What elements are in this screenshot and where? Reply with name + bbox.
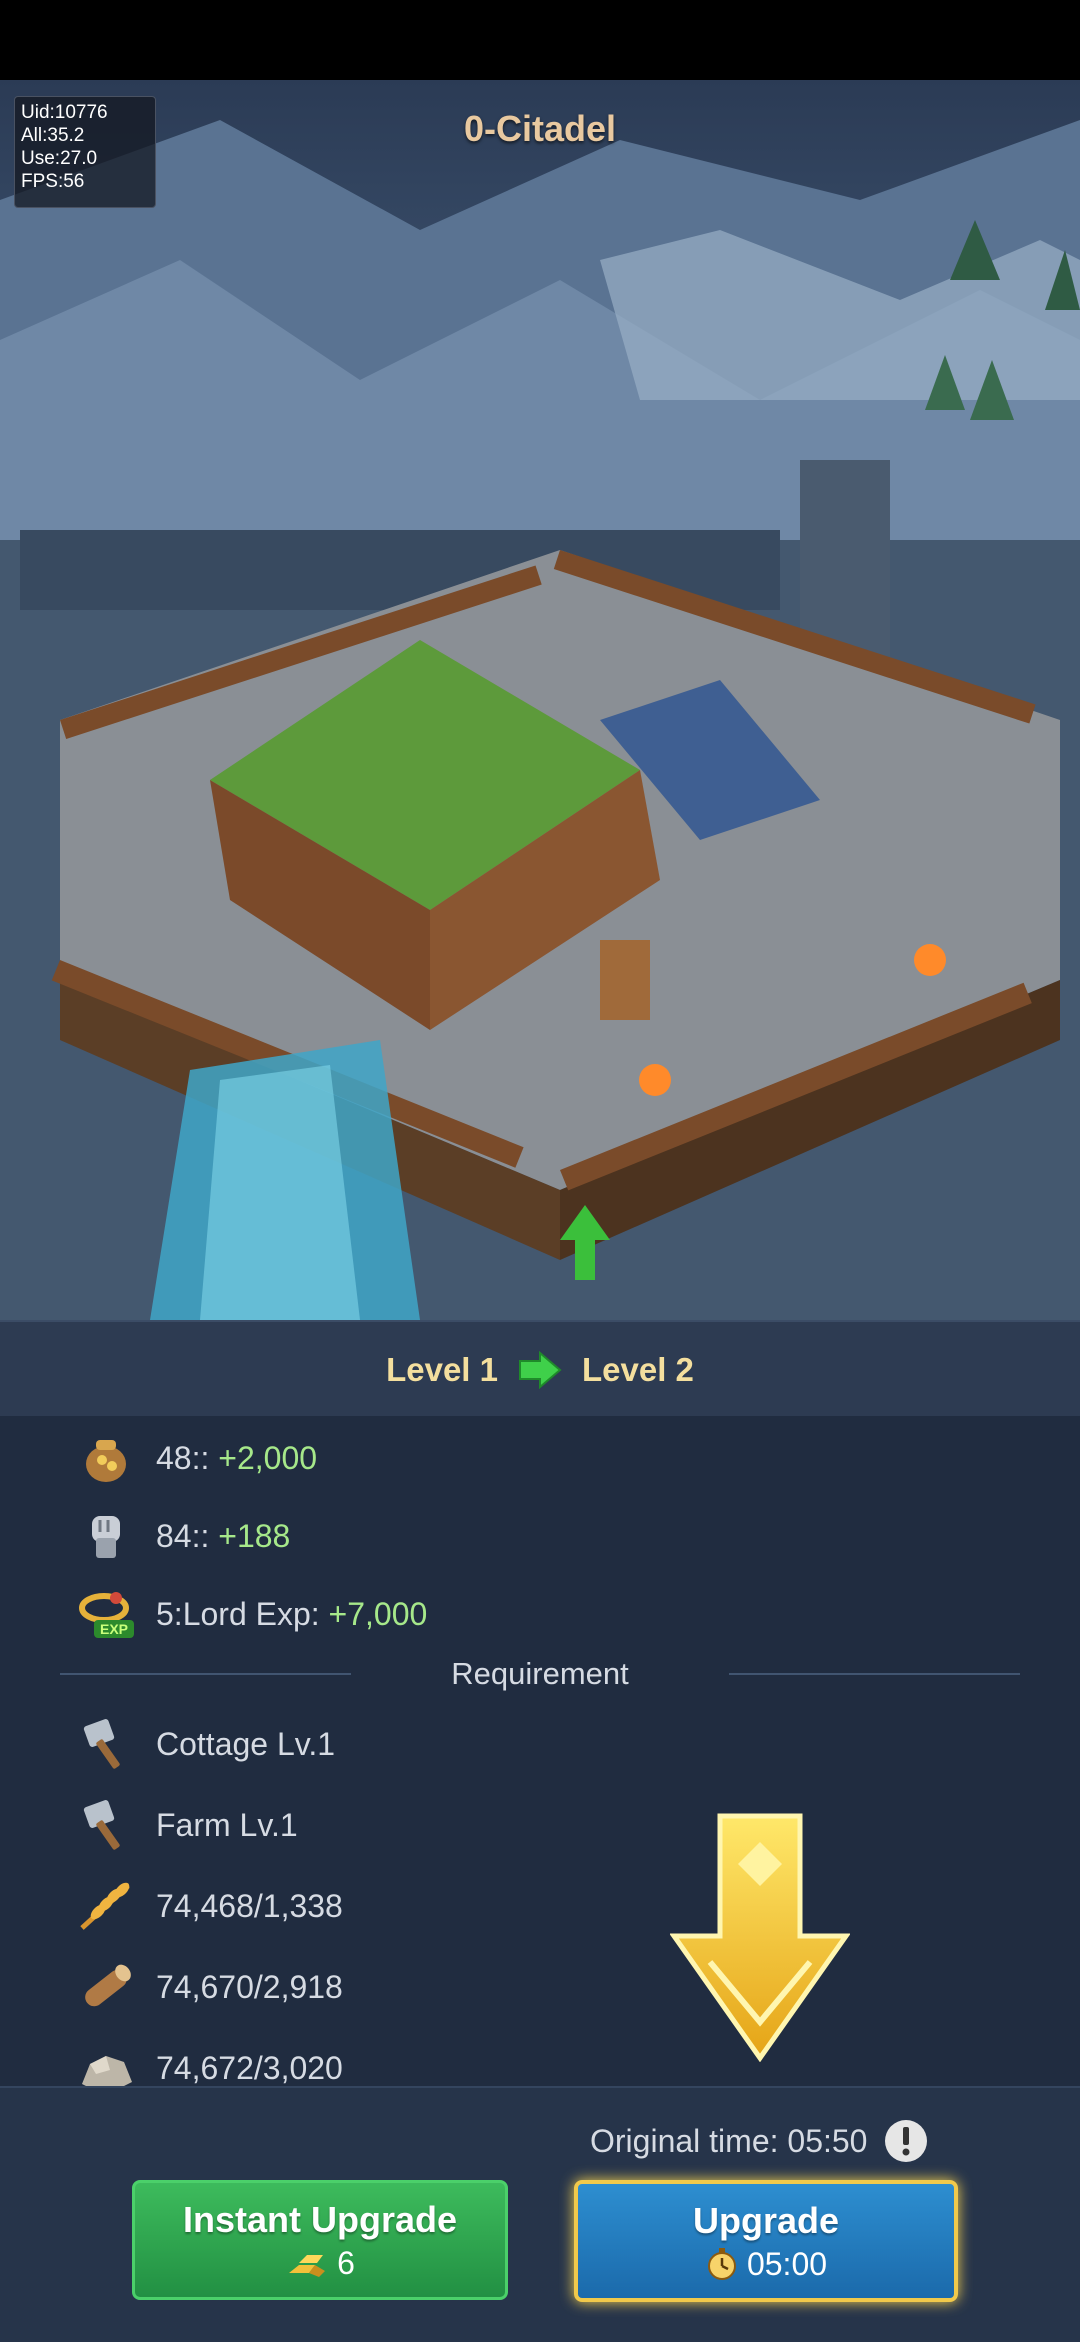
requirement-text: 74,468/1,338 (156, 1887, 343, 1924)
requirement-row-cottage: Cottage Lv.1 (76, 1714, 335, 1774)
level-from: Level 1 (386, 1351, 498, 1388)
level-to: Level 2 (582, 1351, 694, 1388)
reward-label: 5:Lord Exp: (156, 1595, 329, 1632)
citadel-illustration (0, 120, 1080, 1320)
requirement-text: 74,670/2,918 (156, 1968, 343, 2005)
debug-fps: FPS:56 (21, 171, 85, 192)
fist-power-icon (76, 1506, 136, 1566)
requirement-text: 74,672/3,020 (156, 2049, 343, 2086)
requirement-row-farm: Farm Lv.1 (76, 1795, 298, 1855)
treasure-sack-icon (76, 1428, 136, 1488)
requirement-header: Requirement (60, 1654, 1021, 1694)
reward-row-might: 84:: +188 (76, 1506, 290, 1566)
instant-upgrade-cost: 6 (337, 2244, 355, 2281)
status-bar (0, 0, 1080, 80)
level-progress-bar: Level 1 Level 2 (0, 1320, 1080, 1418)
requirement-row-wood: 74,670/2,918 (76, 1957, 343, 2017)
reward-label: 84:: (156, 1517, 219, 1554)
debug-overlay: Uid:10776 All:35.2 Use:27.0 FPS:56 (14, 96, 156, 208)
debug-all: All:35.2 (21, 125, 85, 146)
divider-left (60, 1673, 352, 1675)
hammer-icon (76, 1714, 136, 1774)
reward-value: +2,000 (218, 1439, 318, 1476)
guide-arrow-icon (670, 1813, 850, 2062)
reward-value: +7,000 (328, 1595, 428, 1632)
reward-label: 48:: (156, 1439, 219, 1476)
original-time: Original time: 05:50 (590, 2118, 929, 2164)
hammer-icon (76, 1795, 136, 1855)
reward-value: +188 (218, 1517, 291, 1554)
reward-row-exp: EXP 5:Lord Exp: +7,000 (76, 1584, 427, 1644)
svg-text:EXP: EXP (100, 1621, 128, 1637)
requirement-text: Cottage Lv.1 (156, 1725, 336, 1762)
building-scene[interactable] (0, 80, 1080, 1320)
instant-upgrade-label: Instant Upgrade (182, 2198, 458, 2240)
debug-uid: Uid:10776 (21, 102, 108, 123)
requirement-text: Farm Lv.1 (156, 1806, 298, 1843)
stopwatch-icon (707, 2248, 736, 2280)
reward-row-power: 48:: +2,000 (76, 1428, 317, 1488)
requirement-row-food: 74,468/1,338 (76, 1876, 343, 1936)
upgrade-time: 05:00 (746, 2245, 828, 2282)
exp-ring-icon: EXP (76, 1584, 136, 1644)
gold-bars-icon (289, 2255, 326, 2277)
original-time-label: Original time: 05:50 (590, 2122, 868, 2159)
wood-log-icon (76, 1957, 136, 2017)
wheat-icon (76, 1876, 136, 1936)
upgrade-label: Upgrade (692, 2199, 840, 2241)
arrow-right-icon (519, 1351, 562, 1389)
instant-upgrade-button[interactable]: Instant Upgrade 6 (132, 2180, 508, 2300)
requirement-title: Requirement (451, 1656, 629, 1691)
building-title: 0-Citadel (463, 108, 617, 149)
debug-use: Use:27.0 (21, 148, 98, 169)
info-icon[interactable] (883, 2118, 929, 2164)
divider-right (728, 1673, 1021, 1675)
upgrade-button[interactable]: Upgrade 05:00 (574, 2180, 958, 2302)
